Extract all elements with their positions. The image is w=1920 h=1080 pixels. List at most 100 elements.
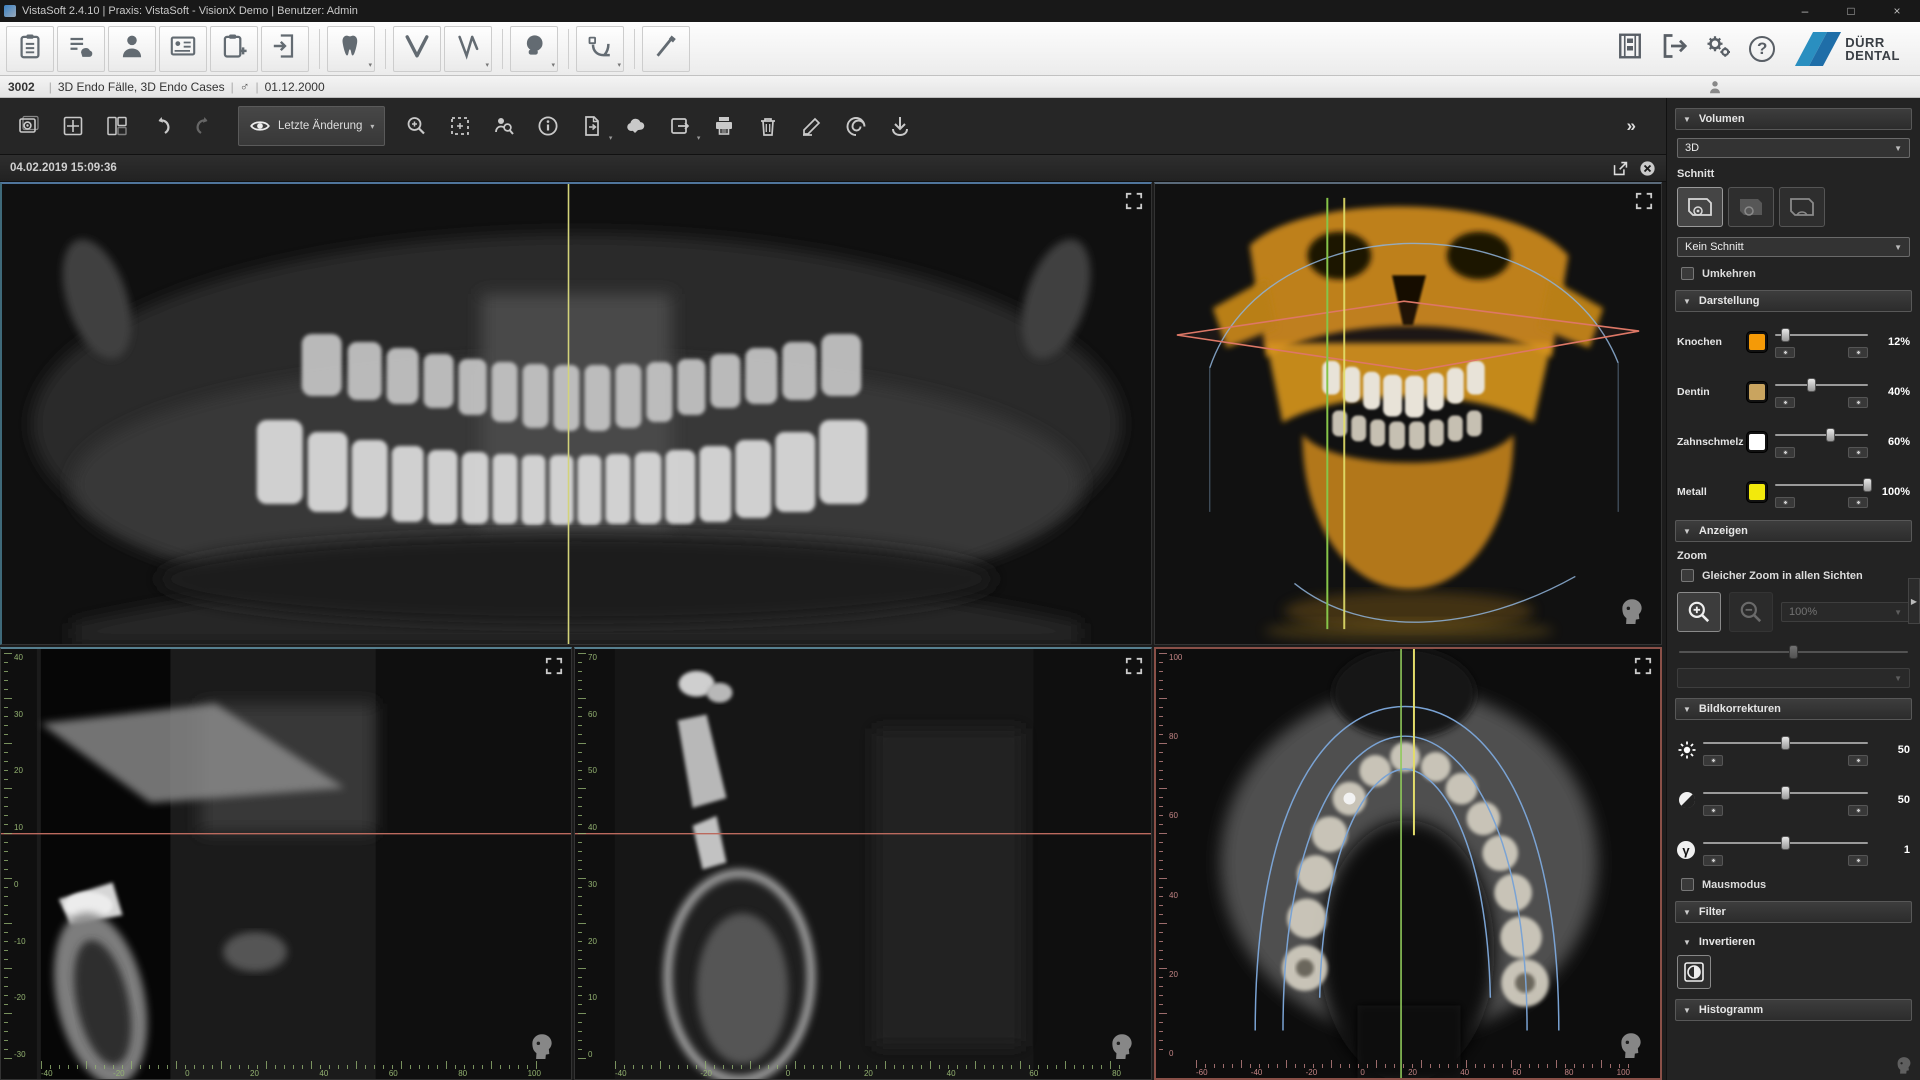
orientation-head-icon[interactable] [1616,1028,1646,1062]
print-button[interactable] [703,106,745,146]
close-button[interactable]: × [1874,0,1920,22]
report-button[interactable] [6,26,54,72]
opacity-slider[interactable] [1775,375,1868,409]
slider-thumb[interactable] [1781,328,1790,342]
find-similar-button[interactable] [483,106,525,146]
minimize-button[interactable]: – [1782,0,1828,22]
mausmodus-checkbox[interactable] [1681,878,1694,891]
annotate-button[interactable] [835,106,877,146]
opacity-slider[interactable] [1775,475,1868,509]
brightness-slider[interactable] [1703,733,1868,767]
select-region-button[interactable] [439,106,481,146]
viewport-axial[interactable]: 100806040200 -60-40-20020406080100 [1154,647,1662,1080]
opacity-slider[interactable] [1775,425,1868,459]
step-down-button[interactable] [1703,755,1723,766]
expand-view-icon[interactable] [1125,192,1143,210]
edit-image-button[interactable] [791,106,833,146]
slider-thumb[interactable] [1781,736,1790,750]
cloud-button[interactable] [615,106,657,146]
volume-mode-select[interactable]: 3D▼ [1677,138,1910,158]
color-swatch[interactable] [1747,332,1767,352]
orientation-head-icon[interactable] [1617,594,1647,628]
acquire-button[interactable] [879,106,921,146]
visibility-max-button[interactable] [1848,397,1868,408]
sidebar-expander[interactable]: ▶ [1908,578,1920,624]
zoom-slider[interactable] [1679,642,1908,658]
expand-view-icon[interactable] [1635,192,1653,210]
visibility-max-button[interactable] [1848,447,1868,458]
opacity-slider[interactable] [1775,325,1868,359]
maximize-button[interactable]: □ [1828,0,1874,22]
cut-select[interactable]: Kein Schnitt▼ [1677,237,1910,257]
cut-mode-slab-button[interactable] [1677,187,1723,227]
section-histogramm[interactable]: ▼Histogramm [1675,999,1912,1021]
step-down-button[interactable] [1703,855,1723,866]
color-swatch[interactable] [1747,482,1767,502]
capture-view-button[interactable] [8,106,50,146]
section-anzeigen[interactable]: ▼Anzeigen [1675,520,1912,542]
cut-mode-free-button[interactable] [1779,187,1825,227]
delete-button[interactable] [747,106,789,146]
toolbar-overflow-button[interactable]: » [1627,116,1658,136]
section-invertieren[interactable]: ▼Invertieren [1675,931,1912,953]
probe-button[interactable] [642,26,690,72]
open-external-icon[interactable] [1612,160,1629,177]
visibility-min-button[interactable] [1775,447,1795,458]
gamma-slider[interactable] [1703,833,1868,867]
patient-name[interactable]: 3D Endo Fälle, 3D Endo Cases [58,80,225,94]
import-button[interactable] [261,26,309,72]
send-to-button[interactable]: ▾ [659,106,701,146]
invert-button[interactable] [1677,955,1711,989]
section-filter[interactable]: ▼Filter [1675,901,1912,923]
settings-button[interactable] [1696,27,1740,71]
viewport-cross-section[interactable]: 706050403020100 -40-20020406080 [574,647,1152,1080]
color-swatch[interactable] [1747,382,1767,402]
pano-head-button[interactable]: ▾ [510,26,558,72]
step-up-button[interactable] [1848,855,1868,866]
expand-view-icon[interactable] [1634,657,1652,675]
close-image-icon[interactable] [1639,160,1656,177]
umkehren-checkbox[interactable] [1681,267,1694,280]
zoom-percent-select[interactable]: 100%▼ [1781,602,1910,622]
slider-thumb[interactable] [1826,428,1835,442]
tooth-image-button[interactable]: ▾ [327,26,375,72]
patient-card-button[interactable] [159,26,207,72]
orientation-head-icon[interactable] [1107,1029,1137,1063]
orientation-head-icon[interactable] [527,1029,557,1063]
patient-photo-icon[interactable] [1706,78,1724,96]
expand-view-icon[interactable] [545,657,563,675]
intraoral-arch2-button[interactable]: ▾ [444,26,492,72]
viewport-3d[interactable] [1154,182,1662,645]
slider-thumb[interactable] [1781,836,1790,850]
same-zoom-checkbox[interactable] [1681,569,1694,582]
worklist-button[interactable] [57,26,105,72]
zoom-out-button[interactable] [1729,592,1773,632]
slider-thumb[interactable] [1781,786,1790,800]
expand-view-icon[interactable] [1125,657,1143,675]
loupe-button[interactable] [395,106,437,146]
viewport-sagittal[interactable]: 403020100-10-20-30 -40-20020406080100 [0,647,572,1080]
viewport-panoramic[interactable] [0,182,1152,645]
layout-select-button[interactable] [96,106,138,146]
step-up-button[interactable] [1848,805,1868,816]
new-job-button[interactable] [210,26,258,72]
intraoral-arch-button[interactable] [393,26,441,72]
visibility-min-button[interactable] [1775,497,1795,508]
ceph-button[interactable]: ▾ [576,26,624,72]
contrast-slider[interactable] [1703,783,1868,817]
step-down-button[interactable] [1703,805,1723,816]
visibility-min-button[interactable] [1775,347,1795,358]
slider-thumb[interactable] [1863,478,1872,492]
slider-thumb[interactable] [1807,378,1816,392]
zoom-in-button[interactable] [1677,592,1721,632]
layout-add-button[interactable] [52,106,94,146]
archive-button[interactable] [1608,27,1652,71]
section-bildkorrekturen[interactable]: ▼Bildkorrekturen [1675,698,1912,720]
cut-mode-halfslab-button[interactable] [1728,187,1774,227]
visibility-max-button[interactable] [1848,347,1868,358]
export-document-button[interactable]: ▾ [571,106,613,146]
last-change-button[interactable]: Letzte Änderung ▾ [238,106,385,146]
view-select-disabled[interactable]: ▼ [1677,668,1910,688]
logout-button[interactable] [1652,27,1696,71]
orientation-head-icon[interactable] [1894,1054,1914,1076]
